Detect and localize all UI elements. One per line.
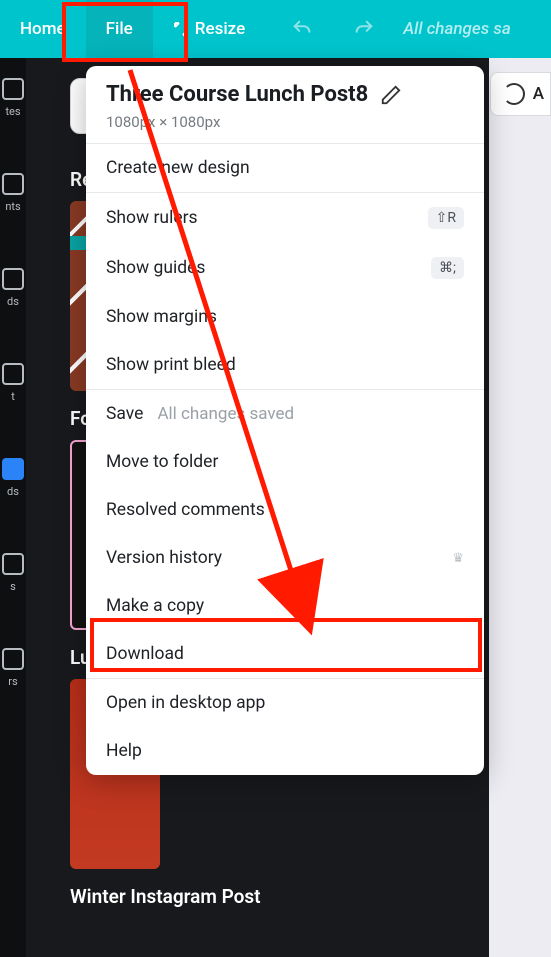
menu-download[interactable]: Download — [86, 630, 484, 678]
rail-uploads[interactable]: ds — [2, 268, 24, 308]
menu-make-copy[interactable]: Make a copy — [86, 582, 484, 630]
resize-label: Resize — [195, 19, 245, 39]
redo-icon[interactable] — [353, 18, 375, 40]
save-status: All changes sa — [403, 19, 511, 39]
history-controls — [291, 18, 375, 40]
animate-label: A — [533, 84, 544, 104]
design-dimensions: 1080px × 1080px — [106, 113, 464, 131]
menu-open-desktop[interactable]: Open in desktop app — [86, 679, 484, 727]
menu-header: Three Course Lunch Post8 1080px × 1080px — [86, 66, 484, 143]
rail-text[interactable]: t — [2, 363, 24, 403]
side-rail: tes nts ds t ds s rs — [0, 58, 26, 957]
design-title: Three Course Lunch Post8 — [106, 82, 368, 107]
resize-icon — [173, 21, 189, 37]
menu-version-history[interactable]: Version history♛ — [86, 534, 484, 582]
canvas-area — [489, 58, 551, 957]
kbd-shortcut: ⇧R — [428, 207, 464, 229]
crown-icon: ♛ — [452, 551, 464, 566]
section-winter-title: Winter Instagram Post — [70, 885, 261, 908]
resize-button[interactable]: Resize — [153, 0, 265, 58]
save-status-sub: All changes saved — [157, 404, 294, 424]
undo-icon[interactable] — [291, 18, 313, 40]
home-button[interactable]: Home — [0, 0, 86, 58]
menu-save[interactable]: SaveAll changes saved — [86, 390, 484, 438]
rail-backgrounds[interactable]: ds — [2, 458, 24, 498]
file-dropdown-menu: Three Course Lunch Post8 1080px × 1080px… — [86, 66, 484, 775]
kbd-shortcut: ⌘; — [431, 257, 464, 279]
file-menu-button[interactable]: File — [86, 0, 153, 58]
menu-resolved-comments[interactable]: Resolved comments — [86, 486, 484, 534]
animate-button[interactable]: A — [490, 72, 551, 116]
rail-templates[interactable]: tes — [2, 78, 24, 118]
menu-show-margins[interactable]: Show margins — [86, 293, 484, 341]
animate-icon — [503, 83, 525, 105]
edit-title-icon[interactable] — [380, 84, 402, 106]
menu-show-guides[interactable]: Show guides⌘; — [86, 243, 484, 293]
section-winter-header: Winter Instagram Post See all — [70, 885, 533, 908]
rail-elements[interactable]: nts — [2, 173, 24, 213]
menu-show-rulers[interactable]: Show rulers⇧R — [86, 193, 484, 243]
top-toolbar: Home File Resize All changes sa — [0, 0, 551, 58]
menu-move-folder[interactable]: Move to folder — [86, 438, 484, 486]
menu-create-new[interactable]: Create new design — [86, 144, 484, 192]
rail-apps[interactable]: s — [2, 553, 24, 593]
menu-show-bleed[interactable]: Show print bleed — [86, 341, 484, 389]
rail-folders[interactable]: rs — [2, 648, 24, 688]
menu-help[interactable]: Help — [86, 727, 484, 775]
